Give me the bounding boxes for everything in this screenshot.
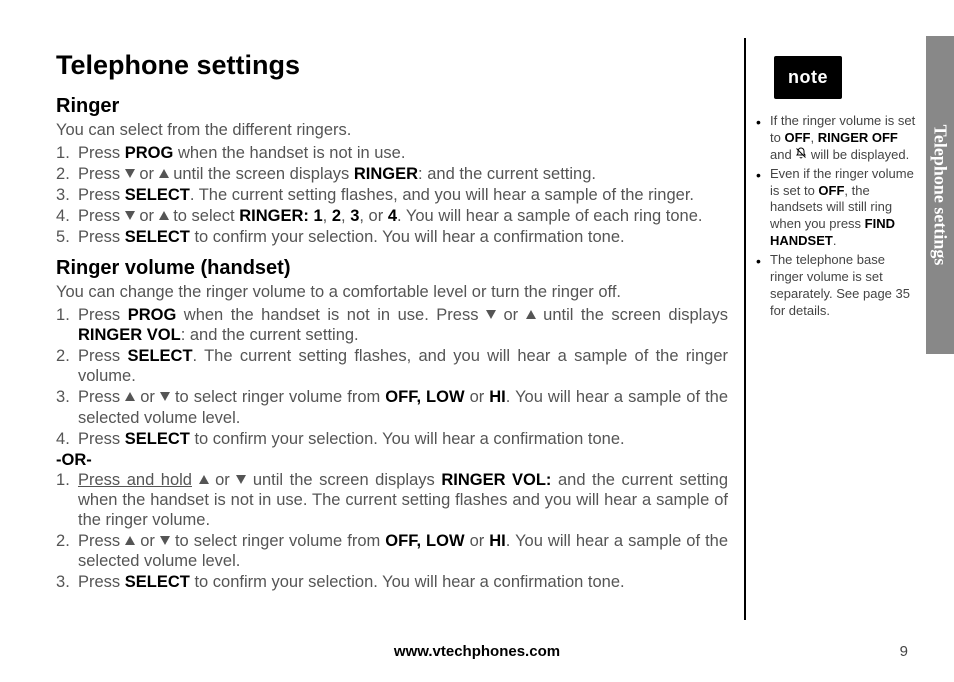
arrow-up-icon: [125, 392, 135, 401]
step: Press PROG when the handset is not in us…: [56, 143, 728, 163]
footer-url: www.vtechphones.com: [0, 643, 954, 660]
step: Press or to select ringer volume from OF…: [56, 531, 728, 571]
step: Press PROG when the handset is not in us…: [56, 305, 728, 345]
note-item: If the ringer volume is set to OFF, RING…: [756, 113, 918, 164]
step: Press SELECT to confirm your selection. …: [56, 572, 728, 592]
page-number: 9: [900, 643, 908, 660]
arrow-down-icon: [236, 475, 246, 484]
step: Press or to select ringer volume from OF…: [56, 387, 728, 427]
step: Press SELECT. The current setting flashe…: [56, 346, 728, 386]
steps-ringer-volume-a: Press PROG when the handset is not in us…: [56, 305, 728, 449]
arrow-up-icon: [125, 536, 135, 545]
note-item: Even if the ringer volume is set to OFF,…: [756, 166, 918, 250]
step: Press or to select RINGER: 1, 2, 3, or 4…: [56, 206, 728, 226]
bell-icon: [795, 147, 807, 164]
step: Press SELECT to confirm your selection. …: [56, 429, 728, 449]
page-title: Telephone settings: [56, 50, 728, 81]
note-badge: note: [774, 56, 842, 99]
arrow-up-icon: [526, 310, 536, 319]
section-heading-ringer: Ringer: [56, 95, 728, 118]
arrow-down-icon: [160, 392, 170, 401]
step: Press SELECT to confirm your selection. …: [56, 227, 728, 247]
note-sidebar: note If the ringer volume is set to OFF,…: [756, 56, 918, 322]
section-heading-ringer-volume: Ringer volume (handset): [56, 257, 728, 280]
arrow-down-icon: [486, 310, 496, 319]
arrow-down-icon: [125, 211, 135, 220]
arrow-down-icon: [160, 536, 170, 545]
note-item: The telephone base ringer volume is set …: [756, 252, 918, 320]
arrow-up-icon: [159, 211, 169, 220]
page: Telephone settings Ringer You can select…: [0, 0, 954, 682]
arrow-down-icon: [125, 169, 135, 178]
section-intro-ringer-volume: You can change the ringer volume to a co…: [56, 282, 728, 303]
section-tab: Telephone settings: [926, 36, 954, 354]
step: Press or until the screen displays RINGE…: [56, 164, 728, 184]
arrow-up-icon: [159, 169, 169, 178]
step: Press SELECT. The current setting flashe…: [56, 185, 728, 205]
step: Press and hold or until the screen displ…: [56, 470, 728, 530]
main-content: Telephone settings Ringer You can select…: [56, 50, 728, 593]
steps-ringer: Press PROG when the handset is not in us…: [56, 143, 728, 248]
section-intro-ringer: You can select from the different ringer…: [56, 120, 728, 141]
section-tab-label: Telephone settings: [930, 125, 951, 266]
note-list: If the ringer volume is set to OFF, RING…: [756, 113, 918, 320]
arrow-up-icon: [199, 475, 209, 484]
steps-ringer-volume-b: Press and hold or until the screen displ…: [56, 470, 728, 593]
vertical-divider: [744, 38, 746, 620]
or-divider: -OR-: [56, 451, 728, 470]
